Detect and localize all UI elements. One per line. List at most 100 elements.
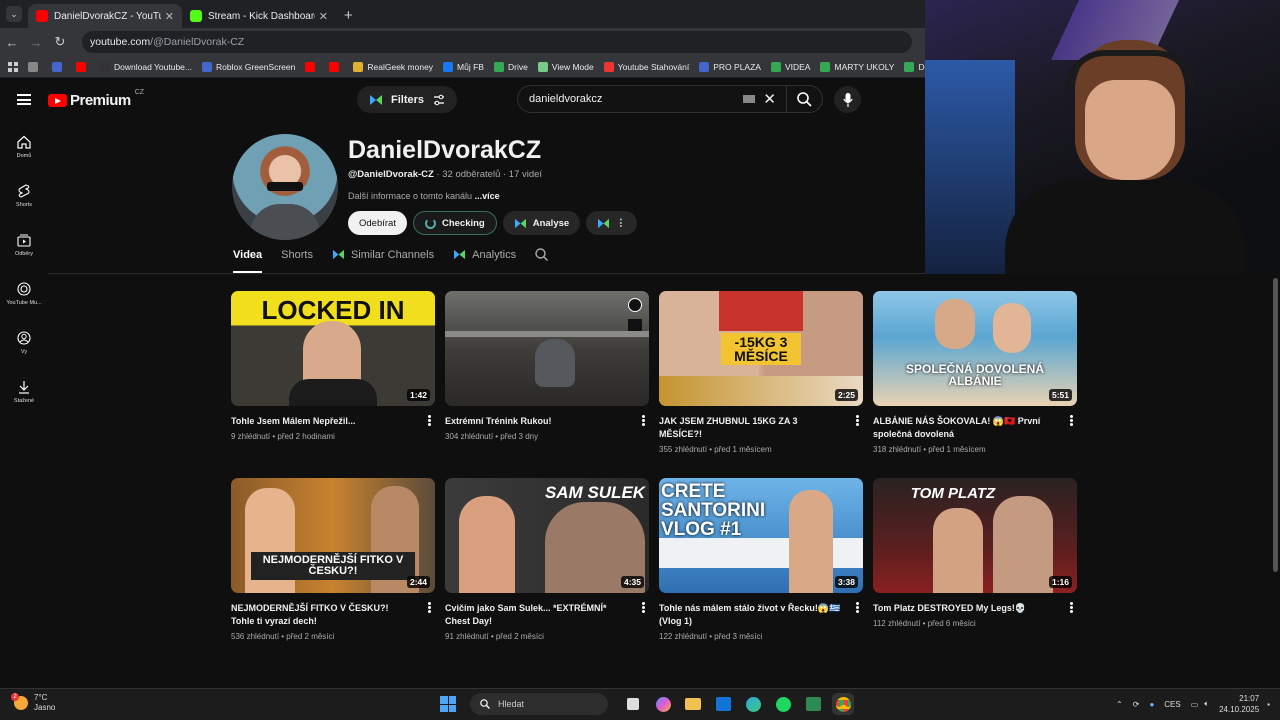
video-thumbnail[interactable]: TOM PLATZ 1:16 xyxy=(873,478,1077,593)
bookmark-item[interactable]: Youtube Stahování xyxy=(603,61,689,72)
video-thumbnail[interactable]: LOCKED IN 1:42 xyxy=(231,291,435,406)
spotify-icon[interactable] xyxy=(772,693,794,715)
bookmark-item[interactable]: VIDEA xyxy=(770,61,810,72)
bookmark-item[interactable] xyxy=(305,61,319,72)
sidebar-item-shorts[interactable]: Shorts xyxy=(0,171,48,220)
scrollbar-thumb[interactable] xyxy=(1273,278,1278,572)
voice-search-icon[interactable] xyxy=(834,86,861,113)
video-menu-icon[interactable] xyxy=(642,602,645,613)
video-title[interactable]: Extrémní Trénink Rukou! xyxy=(445,415,649,428)
bookmark-item[interactable] xyxy=(52,61,66,72)
youtube-premium-logo[interactable]: Premium CZ xyxy=(48,89,144,109)
video-title[interactable]: JAK JSEM ZHUBNUL 15KG ZA 3 MĚSÍCE?! xyxy=(659,415,863,441)
page-scrollbar[interactable] xyxy=(1271,274,1280,687)
edge-icon[interactable] xyxy=(742,693,764,715)
extension-more-button[interactable]: ⋮ xyxy=(586,211,637,235)
outlook-icon[interactable] xyxy=(712,693,734,715)
tray-chevron-icon[interactable]: ⌃ xyxy=(1116,700,1123,709)
video-title[interactable]: NEJMODERNĚJŠÍ FITKO V ČESKU?! Tohle ti v… xyxy=(231,602,435,628)
new-tab-icon[interactable]: + xyxy=(344,7,353,24)
bookmark-item[interactable] xyxy=(329,61,343,72)
sidebar-item-subscriptions[interactable]: Odběry xyxy=(0,220,48,269)
bookmark-item[interactable]: Download Youtube... xyxy=(100,61,192,72)
reload-icon[interactable]: ↻ xyxy=(48,34,72,50)
video-card[interactable]: LOCKED IN 1:42 Tohle Jsem Málem Nepřežil… xyxy=(231,291,435,441)
taskbar-search[interactable]: Hledat xyxy=(470,693,608,715)
video-thumbnail[interactable]: SAM SULEK 4:35 xyxy=(445,478,649,593)
video-card[interactable]: Extrémní Trénink Rukou! 304 zhlédnutí • … xyxy=(445,291,649,441)
video-thumbnail[interactable] xyxy=(445,291,649,406)
tab-similar-channels[interactable]: Similar Channels xyxy=(332,249,434,261)
video-title[interactable]: ALBÁNIE NÁS ŠOKOVALA! 😱🇦🇱 První společná… xyxy=(873,415,1077,441)
video-title[interactable]: Cvičím jako Sam Sulek... *EXTRÉMNÍ* Ches… xyxy=(445,602,649,628)
url-field[interactable]: youtube.com/@DanielDvorak-CZ xyxy=(82,31,912,53)
task-view-icon[interactable] xyxy=(622,693,644,715)
network-icon[interactable]: ▭ xyxy=(1191,700,1199,709)
bookmark-item[interactable] xyxy=(76,61,90,72)
tab-search-chevron-icon[interactable]: ⌄ xyxy=(6,6,22,22)
bookmark-item[interactable]: Dodo videa xyxy=(904,61,925,72)
language-indicator[interactable]: CES xyxy=(1164,700,1180,709)
channel-avatar[interactable] xyxy=(232,134,338,240)
bookmark-item[interactable]: PRO PLAZA xyxy=(699,61,761,72)
bookmark-item[interactable]: Můj FB xyxy=(443,61,484,72)
video-thumbnail[interactable]: CRETE SANTORINI VLOG #1 3:38 xyxy=(659,478,863,593)
chrome-icon[interactable] xyxy=(832,693,854,715)
apps-grid-icon[interactable] xyxy=(8,61,18,72)
sidebar-item-you[interactable]: Vy xyxy=(0,318,48,367)
bookmark-item[interactable]: View Mode xyxy=(537,61,594,72)
clear-search-icon[interactable]: ✕ xyxy=(763,90,776,108)
video-title[interactable]: Tom Platz DESTROYED My Legs!💀 xyxy=(873,602,1077,615)
bookmark-item[interactable]: Roblox GreenScreen xyxy=(201,61,295,72)
close-tab-icon[interactable]: ✕ xyxy=(319,10,328,23)
bookmark-item[interactable]: MARTY UKOLY xyxy=(820,61,894,72)
bookmark-item[interactable]: Drive xyxy=(493,61,528,72)
bookmark-item[interactable] xyxy=(28,61,42,72)
video-menu-icon[interactable] xyxy=(1070,602,1073,613)
tab-youtube[interactable]: DanielDvorakCZ - YouTube ✕ xyxy=(28,4,182,28)
excel-icon[interactable] xyxy=(802,693,824,715)
video-menu-icon[interactable] xyxy=(856,415,859,426)
video-card[interactable]: SAM SULEK 4:35 Cvičím jako Sam Sulek... … xyxy=(445,478,649,641)
more-link[interactable]: ...více xyxy=(475,191,500,201)
video-thumbnail[interactable]: -15KG 3 MĚSÍCE 2:25 xyxy=(659,291,863,406)
search-box[interactable]: danieldvorakcz ✕ xyxy=(517,85,823,113)
tab-shorts[interactable]: Shorts xyxy=(281,249,313,261)
taskbar-clock[interactable]: 21:07 24.10.2025 xyxy=(1219,693,1259,715)
video-card[interactable]: TOM PLATZ 1:16 Tom Platz DESTROYED My Le… xyxy=(873,478,1077,628)
video-card[interactable]: NEJMODERNĚJŠÍ FITKO V ČESKU?! 2:44 NEJMO… xyxy=(231,478,435,641)
video-thumbnail[interactable]: SPOLEČNÁ DOVOLENÁ ALBÁNIE 5:51 xyxy=(873,291,1077,406)
search-input[interactable]: danieldvorakcz xyxy=(529,93,743,105)
sidebar-item-music[interactable]: YouTube Mu... xyxy=(0,269,48,318)
sync-icon[interactable]: ⟳ xyxy=(1133,700,1140,709)
volume-icon[interactable]: 🔈︎ xyxy=(1204,699,1209,709)
checking-button[interactable]: Checking xyxy=(412,211,497,235)
analyse-button[interactable]: Analyse xyxy=(502,211,581,235)
channel-description[interactable]: Další informace o tomto kanálu ...více xyxy=(348,191,500,201)
keyboard-icon[interactable] xyxy=(743,95,756,103)
tab-kick[interactable]: Stream - Kick Dashboard ✕ xyxy=(182,4,336,28)
video-menu-icon[interactable] xyxy=(428,602,431,613)
video-thumbnail[interactable]: NEJMODERNĚJŠÍ FITKO V ČESKU?! 2:44 xyxy=(231,478,435,593)
windows-start-icon[interactable] xyxy=(440,696,456,712)
video-menu-icon[interactable] xyxy=(428,415,431,426)
close-tab-icon[interactable]: ✕ xyxy=(165,10,174,23)
weather-widget[interactable]: 2 7°C Jasno xyxy=(11,693,55,713)
watch-later-icon[interactable] xyxy=(628,298,642,312)
back-icon[interactable]: ← xyxy=(0,35,24,50)
video-card[interactable]: -15KG 3 MĚSÍCE 2:25 JAK JSEM ZHUBNUL 15K… xyxy=(659,291,863,454)
video-menu-icon[interactable] xyxy=(1070,415,1073,426)
notifications-icon[interactable]: ▪ xyxy=(1267,700,1270,709)
menu-icon[interactable] xyxy=(17,94,31,105)
search-icon[interactable] xyxy=(786,86,822,112)
video-title[interactable]: Tohle Jsem Málem Nepřežil... xyxy=(231,415,435,428)
add-to-queue-icon[interactable] xyxy=(628,319,642,331)
channel-search-icon[interactable] xyxy=(535,248,549,261)
forward-icon[interactable]: → xyxy=(24,35,48,50)
microphone-icon[interactable]: ● xyxy=(1149,700,1154,709)
sidebar-item-downloads[interactable]: Stažené xyxy=(0,367,48,416)
file-explorer-icon[interactable] xyxy=(682,693,704,715)
video-card[interactable]: SPOLEČNÁ DOVOLENÁ ALBÁNIE 5:51 ALBÁNIE N… xyxy=(873,291,1077,454)
tab-analytics[interactable]: Analytics xyxy=(453,249,516,261)
sidebar-item-home[interactable]: Domů xyxy=(0,122,48,171)
